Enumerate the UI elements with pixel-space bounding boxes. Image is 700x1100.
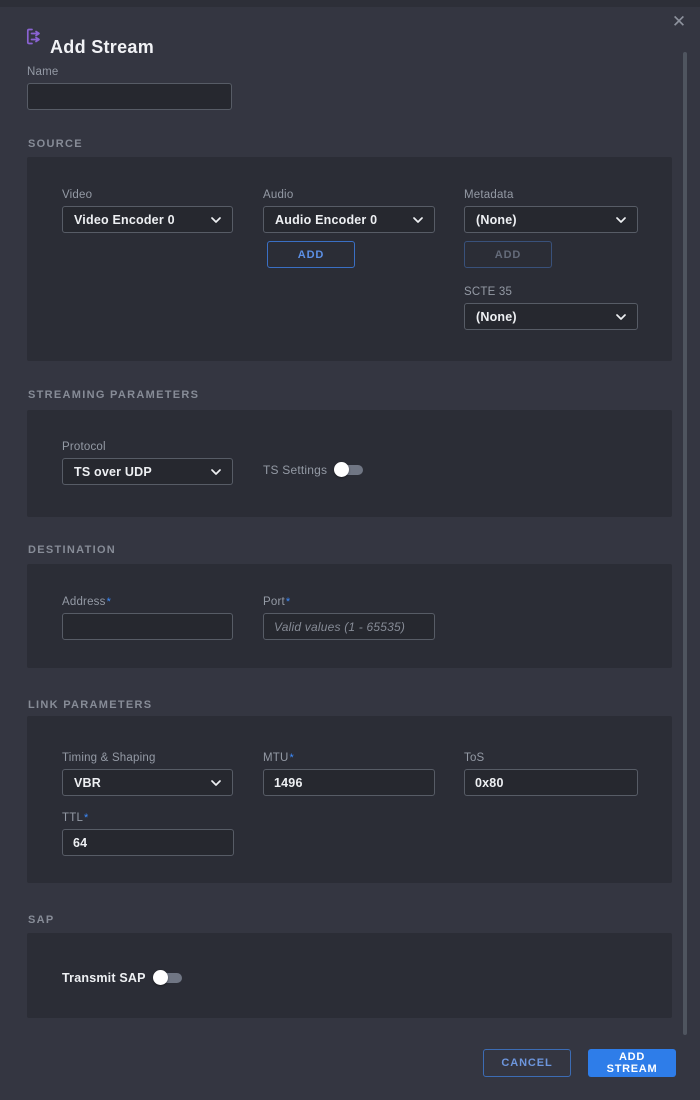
toggle-knob	[334, 462, 349, 477]
transmit-sap-row: Transmit SAP	[62, 971, 182, 985]
chevron-down-icon	[211, 469, 221, 475]
name-input[interactable]	[27, 83, 232, 110]
chevron-down-icon	[616, 217, 626, 223]
sap-section-heading: SAP	[28, 914, 55, 926]
mtu-field-group: MTU*	[263, 752, 435, 796]
link-section-heading: LINK PARAMETERS	[28, 699, 152, 711]
close-icon[interactable]: ✕	[668, 11, 690, 33]
tos-field-group: ToS	[464, 752, 638, 796]
ttl-label: TTL	[62, 812, 83, 824]
mtu-label: MTU	[263, 752, 289, 764]
ts-settings-row: TS Settings	[263, 463, 363, 477]
ts-settings-label: TS Settings	[263, 463, 327, 477]
tos-input[interactable]	[464, 769, 638, 796]
link-card: Timing & Shaping VBR MTU* ToS TTL*	[27, 716, 672, 883]
add-audio-button[interactable]: ADD	[267, 241, 355, 268]
required-asterisk: *	[84, 812, 88, 824]
tos-label: ToS	[464, 752, 638, 764]
add-metadata-button[interactable]: ADD	[464, 241, 552, 268]
address-field-group: Address*	[62, 596, 233, 640]
scte35-label: SCTE 35	[464, 286, 638, 298]
required-asterisk: *	[107, 596, 111, 608]
destination-section-heading: DESTINATION	[28, 544, 116, 556]
metadata-select-value: (None)	[476, 213, 517, 227]
address-label: Address	[62, 596, 106, 608]
timing-select-value: VBR	[74, 776, 101, 790]
metadata-select[interactable]: (None)	[464, 206, 638, 233]
timing-select[interactable]: VBR	[62, 769, 233, 796]
chevron-down-icon	[616, 314, 626, 320]
chevron-down-icon	[211, 217, 221, 223]
metadata-label: Metadata	[464, 189, 638, 201]
audio-field-group: Audio Audio Encoder 0 ADD	[263, 189, 435, 268]
audio-label: Audio	[263, 189, 435, 201]
port-field-group: Port*	[263, 596, 435, 640]
video-field-group: Video Video Encoder 0	[62, 189, 233, 233]
toggle-knob	[153, 970, 168, 985]
scte35-field-group: SCTE 35 (None)	[464, 286, 638, 330]
chevron-down-icon	[211, 780, 221, 786]
source-card: Video Video Encoder 0 Audio Audio Encode…	[27, 157, 672, 361]
audio-select[interactable]: Audio Encoder 0	[263, 206, 435, 233]
address-input[interactable]	[62, 613, 233, 640]
scte35-select-value: (None)	[476, 310, 517, 324]
name-label: Name	[27, 66, 232, 78]
page-title: Add Stream	[50, 37, 154, 58]
transmit-sap-toggle[interactable]	[155, 973, 182, 983]
protocol-label: Protocol	[62, 441, 233, 453]
ttl-field-group: TTL*	[62, 812, 234, 856]
streaming-card: Protocol TS over UDP TS Settings	[27, 410, 672, 517]
required-asterisk: *	[286, 596, 290, 608]
video-select-value: Video Encoder 0	[74, 213, 175, 227]
video-select[interactable]: Video Encoder 0	[62, 206, 233, 233]
timing-field-group: Timing & Shaping VBR	[62, 752, 233, 796]
ts-settings-toggle[interactable]	[336, 465, 363, 475]
source-section-heading: SOURCE	[28, 138, 83, 150]
ttl-input[interactable]	[62, 829, 234, 856]
required-asterisk: *	[290, 752, 294, 764]
protocol-select-value: TS over UDP	[74, 465, 152, 479]
add-stream-button[interactable]: ADD STREAM	[588, 1049, 676, 1077]
protocol-select[interactable]: TS over UDP	[62, 458, 233, 485]
sap-card: Transmit SAP	[27, 933, 672, 1018]
scte35-select[interactable]: (None)	[464, 303, 638, 330]
port-input[interactable]	[263, 613, 435, 640]
protocol-field-group: Protocol TS over UDP	[62, 441, 233, 485]
metadata-field-group: Metadata (None) ADD	[464, 189, 638, 268]
transmit-sap-label: Transmit SAP	[62, 971, 146, 985]
streaming-section-heading: STREAMING PARAMETERS	[28, 389, 199, 401]
timing-label: Timing & Shaping	[62, 752, 233, 764]
name-field-group: Name	[27, 66, 232, 110]
destination-card: Address* Port*	[27, 564, 672, 668]
cancel-button[interactable]: CANCEL	[483, 1049, 571, 1077]
chevron-down-icon	[413, 217, 423, 223]
stream-output-icon	[24, 26, 45, 47]
port-label: Port	[263, 596, 285, 608]
audio-select-value: Audio Encoder 0	[275, 213, 377, 227]
mtu-input[interactable]	[263, 769, 435, 796]
scrollbar[interactable]	[683, 52, 687, 1035]
video-label: Video	[62, 189, 233, 201]
